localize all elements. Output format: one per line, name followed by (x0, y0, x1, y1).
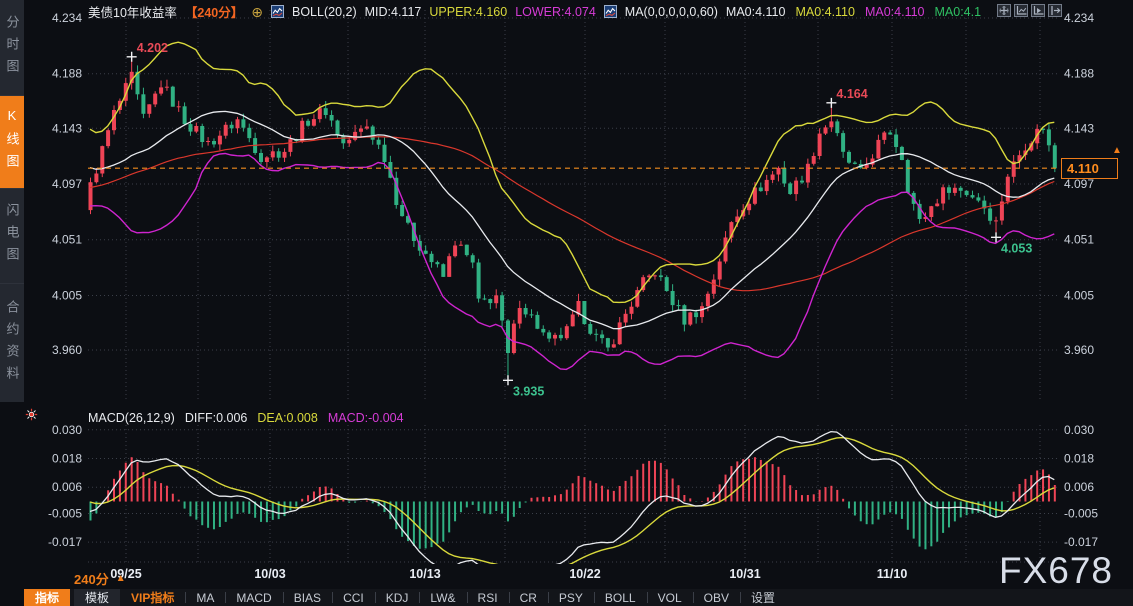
svg-text:4.005: 4.005 (1064, 289, 1094, 303)
toolbar-item-VOL[interactable]: VOL (647, 589, 693, 606)
macd-diff-value: DIFF:0.006 (185, 411, 248, 425)
candles-layer (89, 57, 1057, 381)
ma-value-3: MA0:4.110 (865, 5, 925, 19)
sidebar-item-3[interactable]: 闪电图 (0, 188, 24, 283)
svg-text:3.960: 3.960 (52, 343, 82, 357)
svg-text:3.960: 3.960 (1064, 343, 1094, 357)
price-annotations: 4.202 4.164 3.935 4.053 (127, 41, 1033, 399)
ma-values: MA0:4.110 MA0:4.110 MA0:4.110 MA0:4.1 (726, 5, 981, 19)
svg-text:10/03: 10/03 (254, 567, 285, 581)
svg-text:4.053: 4.053 (1001, 241, 1032, 255)
sidebar-item-4[interactable]: 合约资料 (0, 283, 24, 403)
toolbar-item-MA[interactable]: MA (185, 589, 225, 606)
toolbar-item-BOLL[interactable]: BOLL (594, 589, 647, 606)
svg-text:3.935: 3.935 (513, 384, 544, 398)
price-up-arrow-icon: ▲ (1112, 145, 1122, 156)
page-title: 美债10年收益率 (88, 2, 177, 21)
svg-text:4.234: 4.234 (1064, 11, 1094, 25)
svg-text:-0.005: -0.005 (1064, 507, 1098, 521)
current-price-badge: 4.110 (1061, 158, 1118, 179)
svg-text:4.005: 4.005 (52, 289, 82, 303)
toolbar-item-指标[interactable]: 指标 (24, 589, 70, 606)
ma-value-2: MA0:4.110 (795, 5, 855, 19)
sidebar-item-1[interactable]: 分时图 (0, 0, 24, 95)
timeframe-label: 240分 (74, 569, 109, 588)
toolbar-item-MACD[interactable]: MACD (225, 589, 282, 606)
mini-chart-icon (604, 5, 617, 19)
svg-text:4.097: 4.097 (1064, 177, 1094, 191)
sidebar: 分时图K线图闪电图合约资料 (0, 0, 24, 402)
up-arrow-icon: ▲ (116, 573, 126, 584)
toolbar-item-VIP指标[interactable]: VIP指标 (120, 589, 185, 606)
bottom-toolbar: 指标模板VIP指标MAMACDBIASCCIKDJLW&RSICRPSYBOLL… (24, 589, 1133, 606)
svg-text:-0.017: -0.017 (48, 535, 82, 549)
timeframe-indicator[interactable]: 240分 ▲ (74, 569, 126, 588)
svg-text:0.018: 0.018 (52, 452, 82, 466)
svg-text:4.164: 4.164 (836, 87, 867, 101)
toolbar-item-CCI[interactable]: CCI (332, 589, 375, 606)
macd-dea-value: DEA:0.008 (257, 411, 317, 425)
boll-upper-value: UPPER:4.160 (429, 5, 507, 19)
trading-app: 4.202 4.164 3.935 4.053 4.234 4.234 4.188 4.188… (0, 0, 1133, 606)
macd-hist-value: MACD:-0.004 (328, 411, 404, 425)
svg-text:11/10: 11/10 (877, 567, 908, 581)
toolbar-item-模板[interactable]: 模板 (74, 589, 120, 606)
boll-lower-value: LOWER:4.074 (515, 5, 596, 19)
svg-text:4.143: 4.143 (1064, 121, 1094, 135)
toolbar-item-PSY[interactable]: PSY (548, 589, 594, 606)
macd-name: MACD(26,12,9) (88, 411, 175, 425)
svg-text:0.006: 0.006 (52, 480, 82, 494)
svg-text:4.051: 4.051 (52, 233, 82, 247)
live-dot-icon[interactable] (25, 408, 38, 426)
mini-chart-icon (271, 5, 284, 19)
svg-text:-0.017: -0.017 (1064, 535, 1098, 549)
boll-mid-value: MID:4.117 (365, 5, 422, 19)
circle-plus-icon[interactable]: ⊕ (251, 6, 263, 18)
candlestick-chart[interactable]: 4.202 4.164 3.935 4.053 4.234 4.234 4.188 4.188… (0, 0, 1133, 606)
svg-text:0.030: 0.030 (52, 423, 82, 437)
ma-value-1: MA0:4.110 (726, 5, 786, 19)
svg-text:-0.005: -0.005 (48, 507, 82, 521)
ma-label: MA(0,0,0,0,0,60) (625, 5, 718, 19)
svg-text:0.006: 0.006 (1064, 480, 1094, 494)
svg-text:10/31: 10/31 (729, 567, 760, 581)
svg-text:4.051: 4.051 (1064, 233, 1094, 247)
sidebar-item-2[interactable]: K线图 (0, 95, 24, 188)
svg-text:0.030: 0.030 (1064, 423, 1094, 437)
boll-label: BOLL(20,2) (292, 5, 357, 19)
toolbar-item-CR[interactable]: CR (509, 589, 548, 606)
window-controls (997, 4, 1062, 17)
macd-layer (90, 432, 1055, 578)
svg-text:4.143: 4.143 (52, 121, 82, 135)
toolbar-item-BIAS[interactable]: BIAS (283, 589, 332, 606)
toolbar-item-RSI[interactable]: RSI (467, 589, 509, 606)
collapse-right-icon[interactable] (1048, 4, 1062, 17)
svg-text:10/22: 10/22 (569, 567, 600, 581)
grid-lines (88, 10, 1058, 562)
svg-text:0.018: 0.018 (1064, 452, 1094, 466)
toolbar-item-KDJ[interactable]: KDJ (375, 589, 420, 606)
period-label[interactable]: 【240分】 (185, 2, 243, 21)
indicator-header: 美债10年收益率 【240分】 ⊕ BOLL(20,2) MID:4.117 U… (88, 3, 981, 20)
svg-text:4.188: 4.188 (52, 67, 82, 81)
svg-text:10/13: 10/13 (409, 567, 440, 581)
axis-play-icon[interactable] (1031, 4, 1045, 17)
macd-header: MACD(26,12,9) DIFF:0.006 DEA:0.008 MACD:… (88, 411, 404, 425)
pan-icon[interactable] (997, 4, 1011, 17)
brand-watermark: FX678 (999, 550, 1113, 592)
toolbar-item-OBV[interactable]: OBV (693, 589, 740, 606)
toolbar-item-设置[interactable]: 设置 (740, 589, 786, 606)
toolbar-item-LW&[interactable]: LW& (419, 589, 466, 606)
svg-text:4.188: 4.188 (1064, 67, 1094, 81)
axis-frame-icon[interactable] (1014, 4, 1028, 17)
svg-text:4.234: 4.234 (52, 11, 82, 25)
svg-text:4.202: 4.202 (137, 41, 168, 55)
svg-text:4.097: 4.097 (52, 177, 82, 191)
ma-value-4: MA0:4.1 (935, 5, 982, 19)
